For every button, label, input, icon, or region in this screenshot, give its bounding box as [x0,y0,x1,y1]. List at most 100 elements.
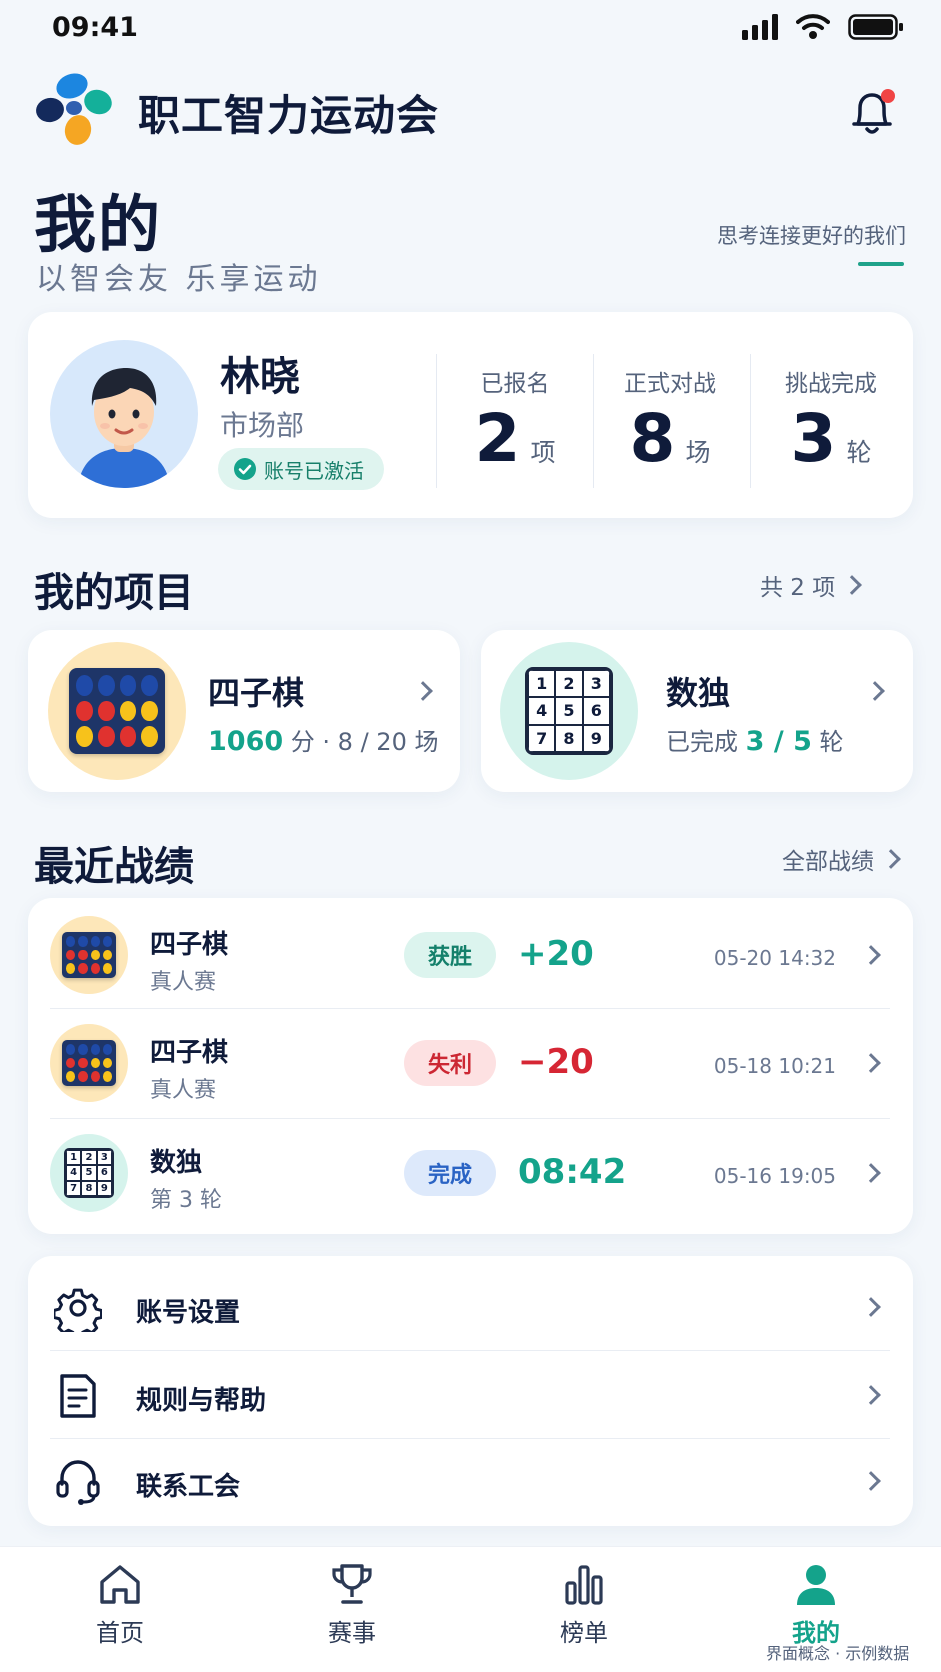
all-records-link[interactable]: 全部战绩 [782,842,901,876]
result-badge-loss: 失利 [404,1040,496,1086]
stat-registered-label: 已报名 [480,371,550,397]
record-score: −20 [518,1042,594,1082]
record-game: 四子棋 [150,930,229,960]
divider [436,354,437,488]
record-game: 四子棋 [150,1038,229,1068]
record-type: 真人赛 [150,970,217,995]
project-progress-prefix: 已完成 [666,728,738,756]
sudoku-cell: 7 [528,724,556,752]
record-time: 05-18 10:21 [713,1054,836,1078]
stat-challenges[interactable]: 3轮 [756,400,906,477]
sudoku-cell: 1 [66,1150,82,1166]
divider [750,354,751,488]
sudoku-cell: 3 [582,670,610,698]
headset-icon [56,1460,100,1505]
sudoku-cell: 8 [81,1180,97,1196]
projects-count: 共 2 项 [760,575,836,601]
stat-value: 2 [474,400,521,477]
sudoku-cell: 2 [81,1150,97,1166]
project-progress-unit: 轮 [819,728,844,756]
record-time: 05-20 14:32 [713,946,836,970]
check-circle-icon [234,458,256,480]
wifi-icon [796,14,830,39]
stat-unit: 轮 [846,438,872,467]
record-score: 08:42 [518,1152,627,1192]
connect-four-icon [48,642,186,780]
app-logo [36,73,112,145]
sudoku-cell: 5 [555,697,583,725]
stat-challenges-label: 挑战完成 [785,371,877,397]
project-meta: 1060 分 · 8 / 20 场 [208,722,438,757]
sudoku-cell: 1 [528,670,556,698]
user-name: 林晓 [220,354,300,400]
bar-chart-icon [565,1565,603,1605]
tab-leaderboard[interactable]: 榜单 [524,1561,644,1648]
page-title: 我的 [34,188,163,261]
stat-value: 8 [629,400,676,477]
menu-label: 联系工会 [136,1472,241,1502]
app-title: 职工智力运动会 [138,91,440,140]
tab-label: 赛事 [328,1619,376,1647]
stat-unit: 项 [530,438,556,467]
tab-label: 首页 [96,1619,144,1647]
chevron-right-icon [842,575,863,595]
sudoku-cell: 8 [555,724,583,752]
sudoku-cell: 4 [528,697,556,725]
stat-matches-label: 正式对战 [624,371,716,397]
person-icon [797,1565,835,1605]
chevron-right-icon [881,849,901,869]
sudoku-cell: 3 [96,1150,112,1166]
sudoku-cell: 9 [96,1180,112,1196]
sudoku-grid: 123 456 789 [525,667,613,755]
sudoku-icon: 123 456 789 [50,1134,128,1212]
record-time: 05-16 19:05 [713,1164,836,1188]
user-department: 市场部 [220,409,305,442]
menu-label: 账号设置 [136,1298,241,1328]
record-score: +20 [518,934,594,974]
project-score: 1060 [208,726,284,757]
record-type: 真人赛 [150,1078,217,1103]
stat-registered[interactable]: 2项 [440,400,590,477]
footnote: 界面概念 · 示例数据 [766,1644,910,1663]
home-icon [100,1565,140,1604]
menu-label: 规则与帮助 [136,1386,267,1416]
signal-icon [742,14,778,40]
connect-four-board [62,932,116,978]
connect-four-board [62,1040,116,1086]
connect-four-icon [50,1024,128,1102]
sudoku-icon: 123 456 789 [500,642,638,780]
slogan: 思考连接更好的我们 [717,224,906,248]
sudoku-cell: 5 [81,1165,97,1181]
sudoku-cell: 2 [555,670,583,698]
slogan-underline [858,262,904,266]
result-badge-done: 完成 [404,1150,496,1196]
page-subtitle: 以智会友 乐享运动 [36,262,322,297]
projects-count-link[interactable]: 共 2 项 [760,568,863,602]
tab-home[interactable]: 首页 [60,1561,180,1648]
notification-bell-icon[interactable] [848,88,896,138]
divider [50,1438,890,1439]
tab-me[interactable]: 我的 [756,1561,876,1648]
connect-four-board [69,668,165,754]
tab-events[interactable]: 赛事 [292,1561,412,1648]
sudoku-cell: 7 [66,1180,82,1196]
sudoku-cell: 6 [582,697,610,725]
stat-matches[interactable]: 8场 [595,400,745,477]
trophy-icon [332,1564,372,1604]
document-icon [60,1374,96,1418]
record-game: 数独 [150,1148,203,1178]
sudoku-cell: 9 [582,724,610,752]
project-score-detail: 分 · 8 / 20 场 [290,728,439,756]
result-badge-win: 获胜 [404,932,496,978]
avatar[interactable] [50,340,198,488]
all-records-label: 全部战绩 [782,849,874,875]
divider [50,1350,890,1351]
tab-label: 榜单 [560,1619,608,1647]
sudoku-cell: 6 [96,1165,112,1181]
stat-value: 3 [790,400,837,477]
sudoku-grid: 123 456 789 [64,1148,114,1198]
records-title: 最近战绩 [34,844,194,890]
record-type: 第 3 轮 [150,1188,222,1213]
project-progress: 3 / 5 [745,726,812,757]
sudoku-cell: 4 [66,1165,82,1181]
